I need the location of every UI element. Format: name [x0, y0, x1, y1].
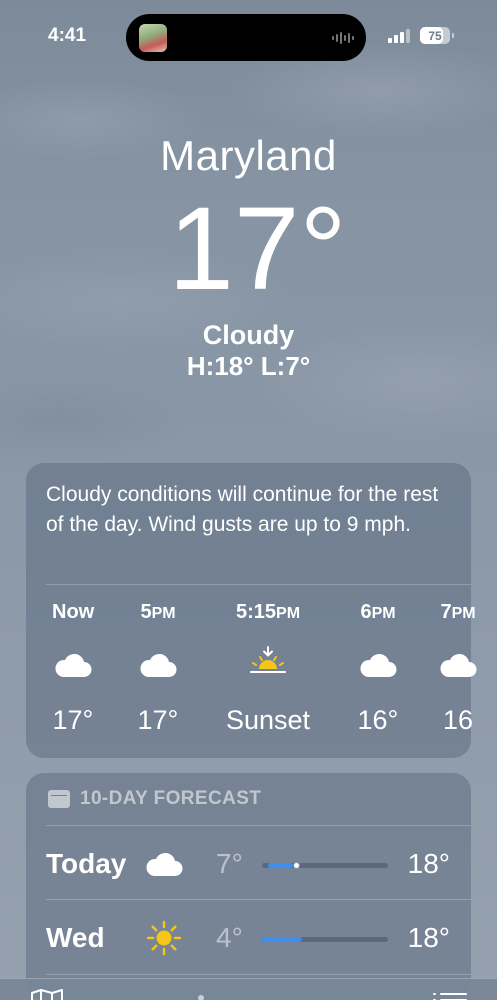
- now-playing-artwork[interactable]: [139, 24, 167, 52]
- location-name: Maryland: [160, 132, 337, 179]
- hour-temperature: 17°: [52, 705, 94, 735]
- high-low-temperature: H:18° L:7°: [186, 351, 311, 381]
- condition-text: Cloudy: [202, 320, 295, 350]
- temperature-range-bar: [262, 937, 388, 942]
- cloud-icon: [358, 651, 398, 679]
- current-conditions: Maryland 17° Cloudy H:18° L:7°: [0, 130, 497, 382]
- sun-icon: [144, 920, 184, 956]
- status-bar: 4:41 75: [0, 0, 497, 70]
- list-icon[interactable]: [433, 993, 467, 1000]
- calendar-icon: [48, 790, 70, 808]
- map-icon[interactable]: [30, 989, 64, 1000]
- battery-icon: 75: [420, 27, 454, 44]
- battery-cap: [452, 33, 454, 38]
- audio-waveform-icon: [332, 30, 354, 46]
- cellular-signal-icon: [388, 29, 410, 43]
- divider: [46, 974, 471, 975]
- hour-temperature: 16°: [357, 705, 399, 735]
- cloud-icon: [53, 651, 93, 679]
- page-indicator-dot[interactable]: [198, 995, 204, 1000]
- forecast-header-label: 10-DAY FORECAST: [80, 788, 262, 809]
- forecast-day: Today: [46, 848, 127, 879]
- divider: [46, 899, 471, 900]
- bottom-toolbar: [0, 978, 497, 1000]
- hour-label: 7PM: [440, 601, 476, 623]
- forecast-row[interactable]: Today 7° 18°: [26, 826, 471, 900]
- temperature-range-bar: [262, 862, 388, 869]
- temperature-range-fill: [268, 863, 294, 868]
- cloud-icon: [138, 651, 178, 679]
- current-temperature: 17°: [168, 183, 347, 315]
- hour-label: 5PM: [140, 601, 176, 623]
- hourly-forecast-card[interactable]: Cloudy conditions will continue for the …: [26, 463, 477, 758]
- divider: [46, 584, 471, 585]
- current-temperature-dot: [293, 862, 301, 869]
- sunset-icon: [248, 646, 288, 674]
- forecast-header: 10-DAY FORECAST: [48, 788, 261, 810]
- hour-temperature: Sunset: [226, 705, 311, 735]
- hour-temperature: 17°: [137, 705, 179, 735]
- battery-percentage: 75: [428, 28, 442, 43]
- hour-label: Now: [52, 601, 95, 623]
- forecast-summary: Cloudy conditions will continue for the …: [46, 483, 439, 536]
- forecast-row[interactable]: Wed 4° 18°: [26, 900, 471, 974]
- forecast-day: Wed: [46, 922, 105, 953]
- temperature-range-fill: [262, 937, 303, 942]
- hour-temperature: 16: [443, 705, 474, 735]
- cloud-icon: [144, 850, 184, 886]
- ten-day-forecast-card[interactable]: 10-DAY FORECAST Today 7° 18° Wed 4° 18°: [26, 773, 471, 1000]
- status-time: 4:41: [48, 25, 87, 46]
- hour-label: 5:15PM: [236, 601, 301, 623]
- dynamic-island[interactable]: [126, 14, 366, 61]
- forecast-high: 18°: [407, 848, 450, 879]
- cloud-icon: [438, 651, 478, 679]
- forecast-low: 7°: [216, 848, 243, 879]
- hour-label: 6PM: [360, 601, 396, 623]
- forecast-low: 4°: [216, 922, 243, 953]
- forecast-high: 18°: [407, 922, 450, 953]
